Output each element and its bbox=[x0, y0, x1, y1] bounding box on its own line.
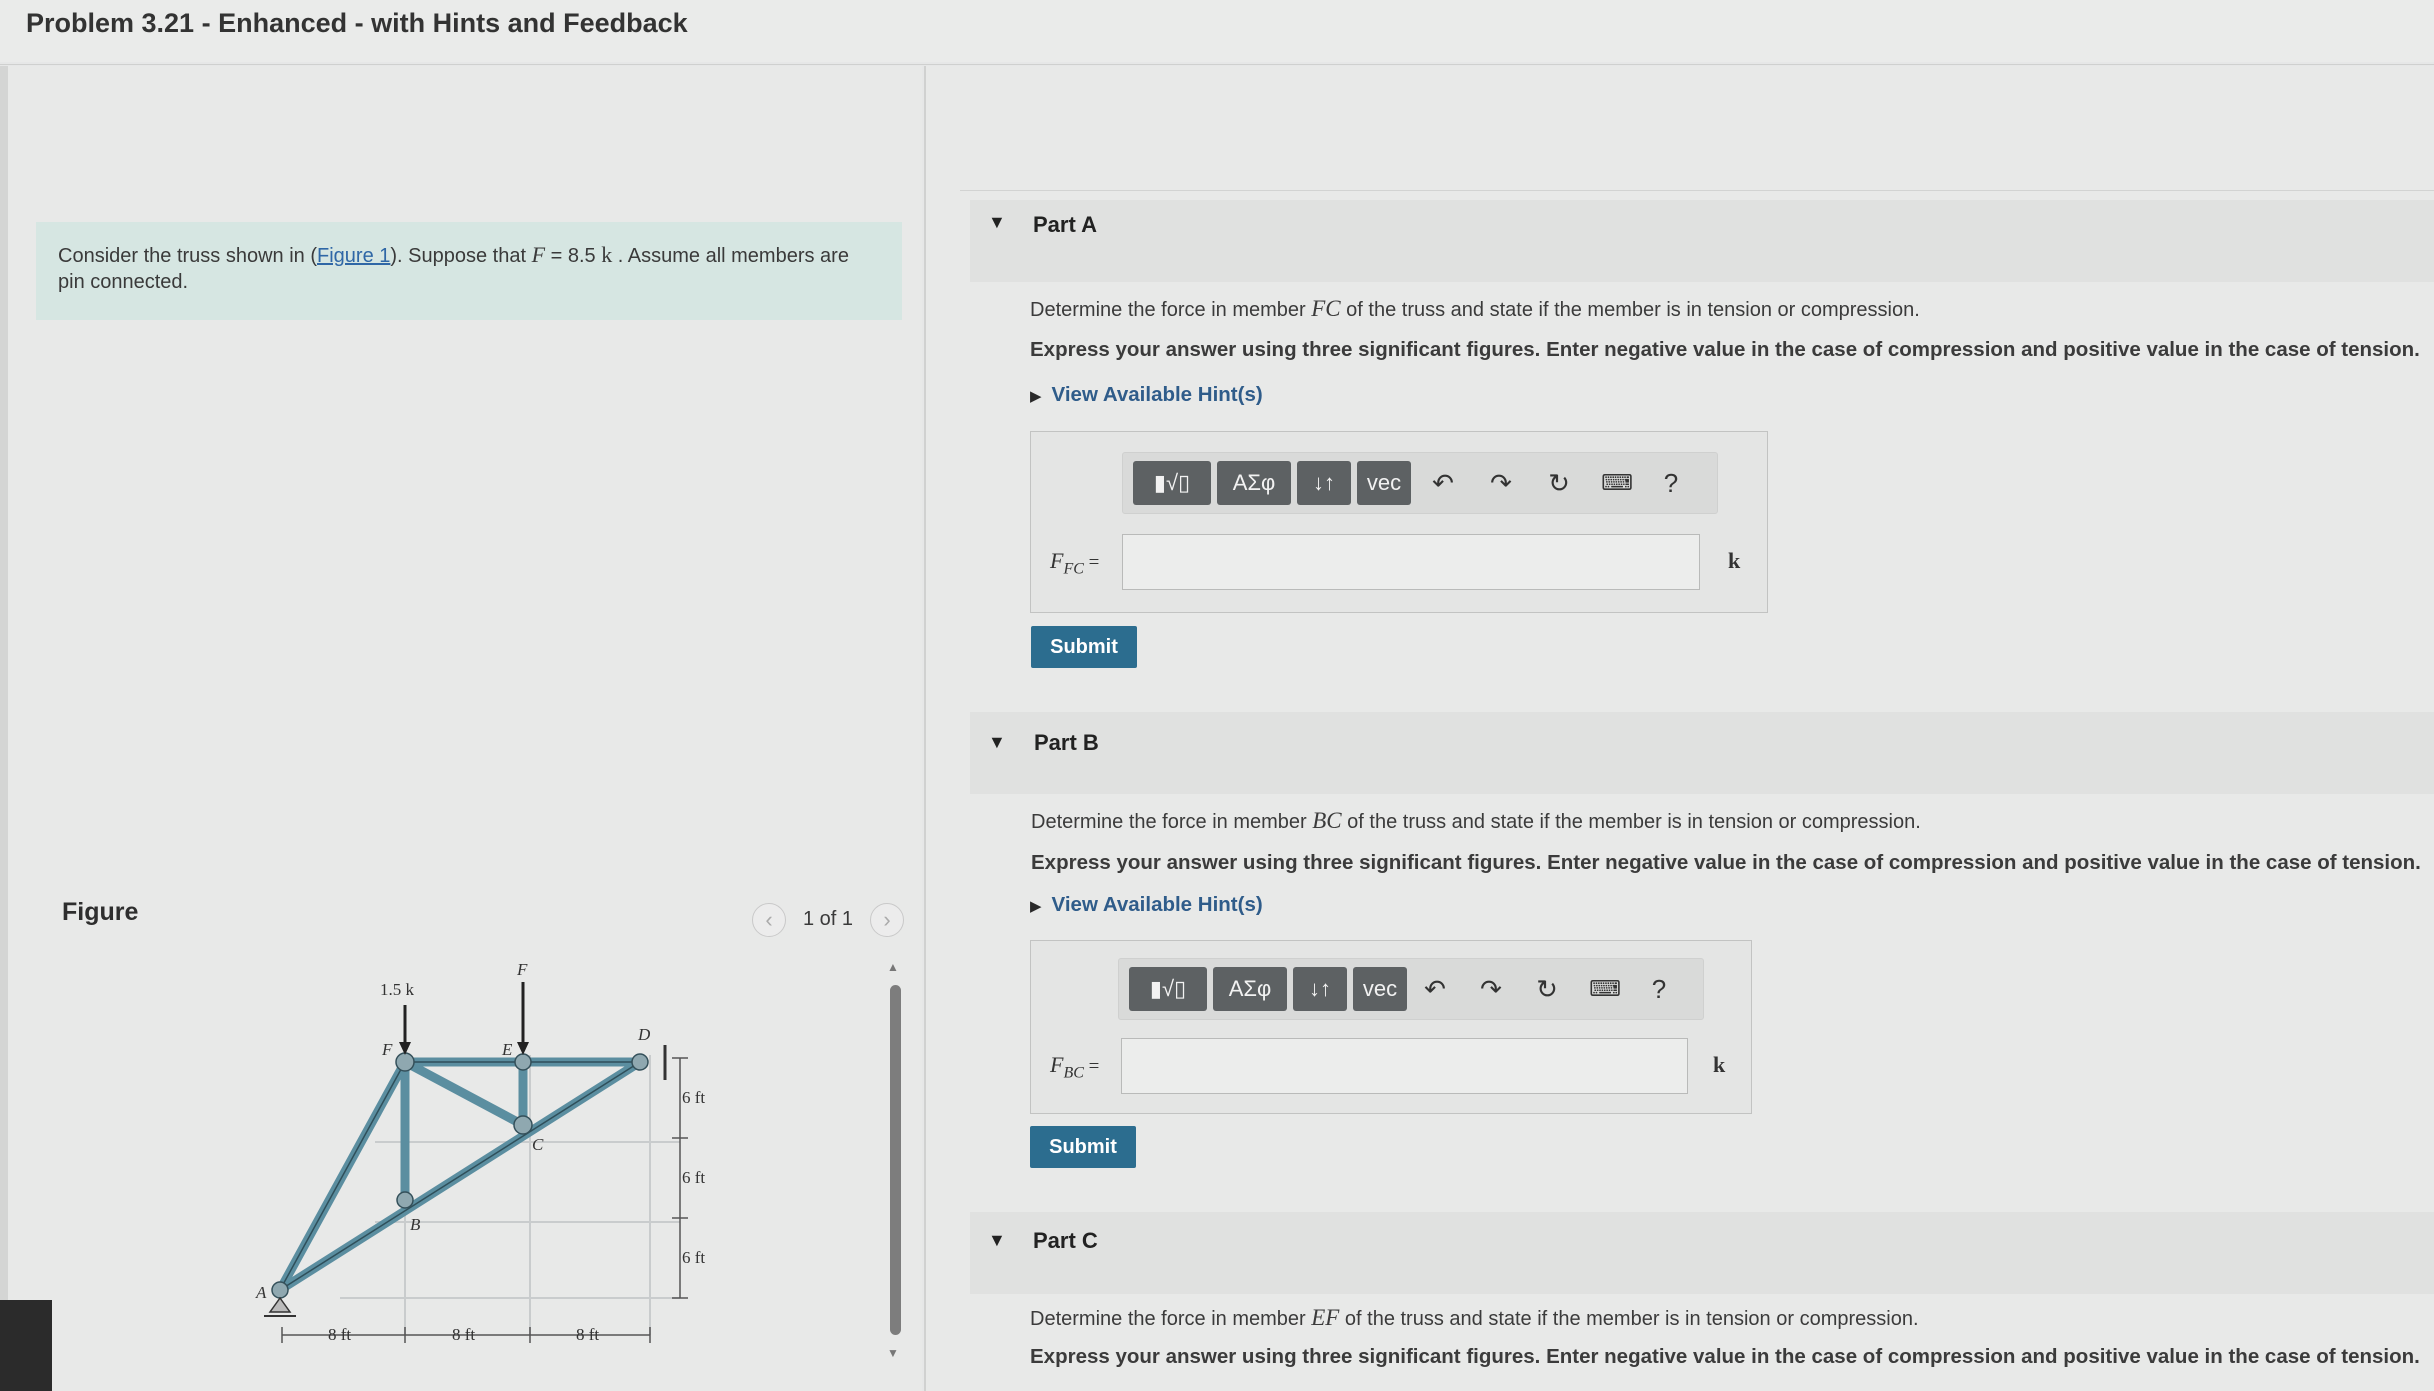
part-a-variable: FFC = bbox=[1050, 548, 1100, 578]
dim-label-5: 8 ft bbox=[452, 1325, 475, 1344]
node-label-c: C bbox=[532, 1135, 544, 1154]
dim-label-1: 6 ft bbox=[682, 1088, 705, 1107]
part-a-math-toolbar: ▮√▯ ΑΣφ ↓↑ vec ↶ ↷ ↻ ⌨ ? bbox=[1122, 452, 1718, 514]
part-a-unit: k bbox=[1728, 548, 1741, 573]
figure-pager: 1 of 1 bbox=[803, 908, 854, 930]
part-b-unit: k bbox=[1713, 1052, 1726, 1077]
reset-icon[interactable]: ↻ bbox=[1529, 971, 1565, 1007]
redo-icon[interactable]: ↷ bbox=[1483, 465, 1519, 501]
part-b-hint-toggle[interactable]: ▶ View Available Hint(s) bbox=[1030, 893, 1263, 917]
chevron-left-icon[interactable]: ‹ bbox=[752, 903, 786, 937]
part-divider bbox=[960, 190, 2434, 191]
part-a-submit-button[interactable]: Submit bbox=[1031, 626, 1137, 668]
redo-icon[interactable]: ↷ bbox=[1473, 971, 1509, 1007]
load-label-2: F bbox=[516, 960, 528, 979]
part-a-question: Determine the force in member FC of the … bbox=[1030, 296, 1920, 321]
reset-icon[interactable]: ↻ bbox=[1541, 465, 1577, 501]
part-b-math-toolbar: ▮√▯ ΑΣφ ↓↑ vec ↶ ↷ ↻ ⌨ ? bbox=[1118, 958, 1704, 1020]
left-edge bbox=[0, 66, 8, 1391]
scroll-up-arrow[interactable]: ▲ bbox=[887, 960, 899, 974]
keyboard-icon[interactable]: ⌨ bbox=[1587, 971, 1623, 1007]
figure-scrollbar[interactable] bbox=[890, 985, 901, 1335]
node-label-a: A bbox=[255, 1283, 267, 1302]
part-b-submit-button[interactable]: Submit bbox=[1030, 1126, 1136, 1168]
keyboard-icon[interactable]: ⌨ bbox=[1599, 465, 1635, 501]
vec-button[interactable]: vec bbox=[1353, 967, 1407, 1011]
part-b-instruction: Express your answer using three signific… bbox=[1031, 851, 2421, 874]
undo-icon[interactable]: ↶ bbox=[1417, 971, 1453, 1007]
node-label-b: B bbox=[410, 1215, 421, 1234]
problem-line2: pin connected. bbox=[58, 271, 189, 293]
part-b-answer-input[interactable] bbox=[1121, 1038, 1688, 1094]
problem-mid: ). Suppose that bbox=[390, 245, 532, 267]
node-label-d: D bbox=[637, 1025, 651, 1044]
figure-link[interactable]: Figure 1 bbox=[317, 245, 390, 267]
title-divider bbox=[0, 64, 2434, 65]
part-a-answer-input[interactable] bbox=[1122, 534, 1700, 590]
greek-symbols-button[interactable]: ΑΣφ bbox=[1213, 967, 1287, 1011]
part-a-header[interactable] bbox=[970, 200, 2434, 282]
figure-heading: Figure bbox=[62, 898, 139, 926]
caret-down-icon[interactable]: ▼ bbox=[988, 212, 1006, 233]
part-b-variable: FBC = bbox=[1050, 1052, 1100, 1082]
problem-rest: . Assume all members are bbox=[612, 245, 849, 267]
arrows-button[interactable]: ↓↑ bbox=[1297, 461, 1351, 505]
page-title: Problem 3.21 - Enhanced - with Hints and… bbox=[26, 8, 688, 38]
node-label-f: F bbox=[381, 1040, 393, 1059]
force-equation: = 8.5 bbox=[545, 245, 602, 267]
chevron-right-icon[interactable]: › bbox=[870, 903, 904, 937]
part-c-question: Determine the force in member EF of the … bbox=[1030, 1305, 1919, 1330]
dim-label-2: 6 ft bbox=[682, 1168, 705, 1187]
part-a-instruction: Express your answer using three signific… bbox=[1030, 338, 2420, 361]
problem-intro: Consider the truss shown in ( bbox=[58, 245, 318, 267]
part-b-question: Determine the force in member BC of the … bbox=[1031, 808, 1921, 833]
scroll-down-arrow[interactable]: ▼ bbox=[887, 1346, 899, 1360]
arrows-button[interactable]: ↓↑ bbox=[1293, 967, 1347, 1011]
part-a-hint-toggle[interactable]: ▶ View Available Hint(s) bbox=[1030, 383, 1263, 407]
problem-statement: Consider the truss shown in (Figure 1). … bbox=[36, 222, 902, 320]
caret-down-icon[interactable]: ▼ bbox=[988, 1230, 1006, 1251]
templates-button[interactable]: ▮√▯ bbox=[1129, 967, 1207, 1011]
caret-down-icon[interactable]: ▼ bbox=[988, 732, 1006, 753]
greek-symbols-button[interactable]: ΑΣφ bbox=[1217, 461, 1291, 505]
caret-right-icon: ▶ bbox=[1030, 388, 1042, 405]
undo-icon[interactable]: ↶ bbox=[1425, 465, 1461, 501]
part-c-instruction: Express your answer using three signific… bbox=[1030, 1345, 2420, 1368]
load-label-1: 1.5 k bbox=[380, 980, 415, 999]
dim-label-3: 6 ft bbox=[682, 1248, 705, 1267]
truss-figure: 1.5 k F F E D C B A 6 ft 6 ft 6 ft 8 ft … bbox=[255, 960, 705, 1344]
part-b-title[interactable]: Part B bbox=[1034, 730, 1099, 756]
force-unit: k bbox=[601, 242, 613, 267]
part-b-header[interactable] bbox=[970, 712, 2434, 794]
dim-label-6: 8 ft bbox=[576, 1325, 599, 1344]
templates-button[interactable]: ▮√▯ bbox=[1133, 461, 1211, 505]
node-label-e: E bbox=[501, 1040, 513, 1059]
part-c-title[interactable]: Part C bbox=[1033, 1228, 1098, 1254]
screen-edge bbox=[0, 1300, 52, 1391]
part-a-title[interactable]: Part A bbox=[1033, 212, 1097, 238]
help-button[interactable]: ? bbox=[1641, 971, 1677, 1007]
part-c-header[interactable] bbox=[970, 1212, 2434, 1294]
dim-label-4: 8 ft bbox=[328, 1325, 351, 1344]
vec-button[interactable]: vec bbox=[1357, 461, 1411, 505]
caret-right-icon: ▶ bbox=[1030, 898, 1042, 915]
force-variable: F bbox=[531, 242, 546, 267]
help-button[interactable]: ? bbox=[1653, 465, 1689, 501]
